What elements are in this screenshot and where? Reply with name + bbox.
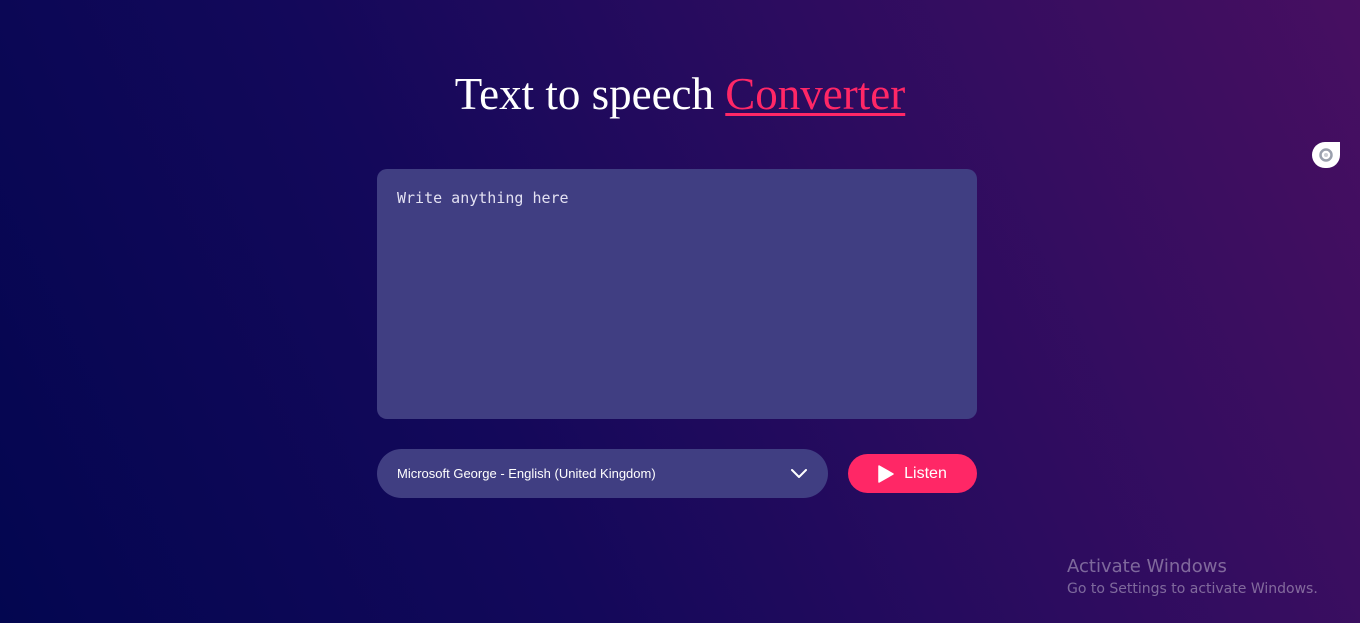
listen-button[interactable]: Listen	[848, 454, 977, 493]
chevron-down-icon	[790, 465, 808, 483]
voice-select[interactable]: Microsoft George - English (United Kingd…	[377, 449, 828, 498]
page-title-accent: Converter	[725, 69, 906, 119]
extension-icon[interactable]	[1312, 142, 1340, 168]
watermark-title: Activate Windows	[1067, 556, 1227, 577]
activate-windows-watermark: Activate Windows Go to Settings to activ…	[1067, 556, 1318, 600]
voice-select-value: Microsoft George - English (United Kingd…	[397, 466, 656, 481]
page-title: Text to speech Converter	[0, 66, 1360, 122]
watermark-subtitle: Go to Settings to activate Windows.	[1067, 581, 1318, 597]
play-icon	[878, 464, 894, 483]
page-title-main: Text to speech	[454, 69, 726, 119]
text-input[interactable]	[377, 169, 977, 419]
listen-button-label: Listen	[904, 464, 947, 482]
